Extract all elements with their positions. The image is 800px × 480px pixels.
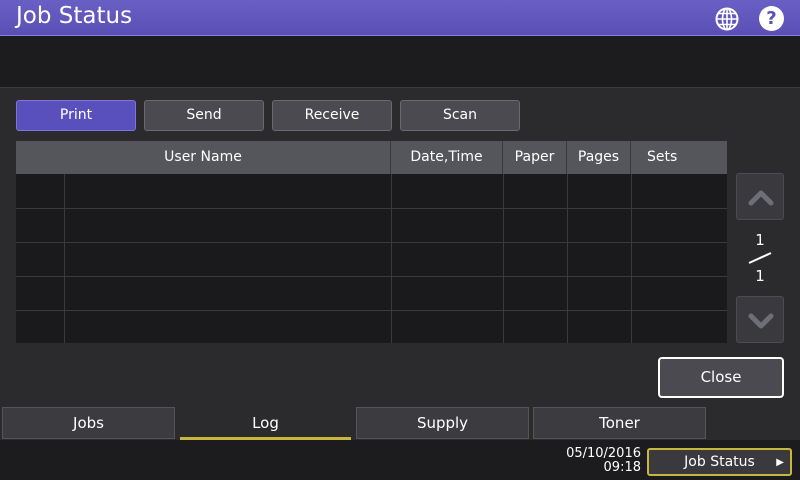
close-button[interactable]: Close [658, 357, 784, 398]
date-time-display: 05/10/2016 09:18 [548, 447, 641, 475]
chevron-down-icon [748, 313, 774, 329]
column-divider [503, 174, 504, 343]
window-title: Job Status [16, 3, 133, 29]
tab-send[interactable]: Send [144, 100, 264, 131]
column-header-sets[interactable]: Sets [631, 141, 727, 174]
column-header-pages[interactable]: Pages [567, 141, 631, 174]
table-row[interactable] [16, 310, 727, 344]
tab-scan[interactable]: Scan [400, 100, 520, 131]
date-text: 05/10/2016 [566, 446, 641, 461]
column-divider [631, 174, 632, 343]
page-total: 1 [755, 267, 765, 285]
title-bar: Job Status ? [0, 0, 800, 36]
column-divider [64, 174, 65, 343]
tab-print[interactable]: Print [16, 100, 136, 131]
table-row[interactable] [16, 276, 727, 310]
job-status-button[interactable]: Job Status ▶ [647, 448, 792, 476]
column-divider [391, 174, 392, 343]
job-status-label: Job Status [684, 454, 755, 470]
globe-icon[interactable] [714, 6, 740, 32]
chevron-up-icon [748, 190, 774, 206]
triangle-right-icon: ▶ [776, 457, 784, 468]
column-header-paper[interactable]: Paper [503, 141, 567, 174]
log-table-body [16, 174, 727, 343]
time-text: 09:18 [603, 460, 641, 475]
tab-toner[interactable]: Toner [533, 407, 706, 439]
scroll-down-button[interactable] [736, 296, 784, 343]
page-current: 1 [755, 231, 765, 249]
tab-receive[interactable]: Receive [272, 100, 392, 131]
tab-jobs[interactable]: Jobs [2, 407, 175, 439]
column-divider [567, 174, 568, 343]
help-icon[interactable]: ? [759, 6, 784, 31]
scroll-up-button[interactable] [736, 173, 784, 220]
column-header-user-name[interactable]: User Name [16, 141, 391, 174]
table-row[interactable] [16, 174, 727, 208]
table-row[interactable] [16, 242, 727, 276]
tab-log[interactable]: Log [179, 407, 352, 439]
message-bar [0, 36, 800, 88]
table-row[interactable] [16, 208, 727, 242]
log-table-header: User Name Date,Time Paper Pages Sets [16, 141, 727, 174]
tab-supply[interactable]: Supply [356, 407, 529, 439]
column-header-date-time[interactable]: Date,Time [391, 141, 503, 174]
page-separator-icon [748, 252, 772, 264]
